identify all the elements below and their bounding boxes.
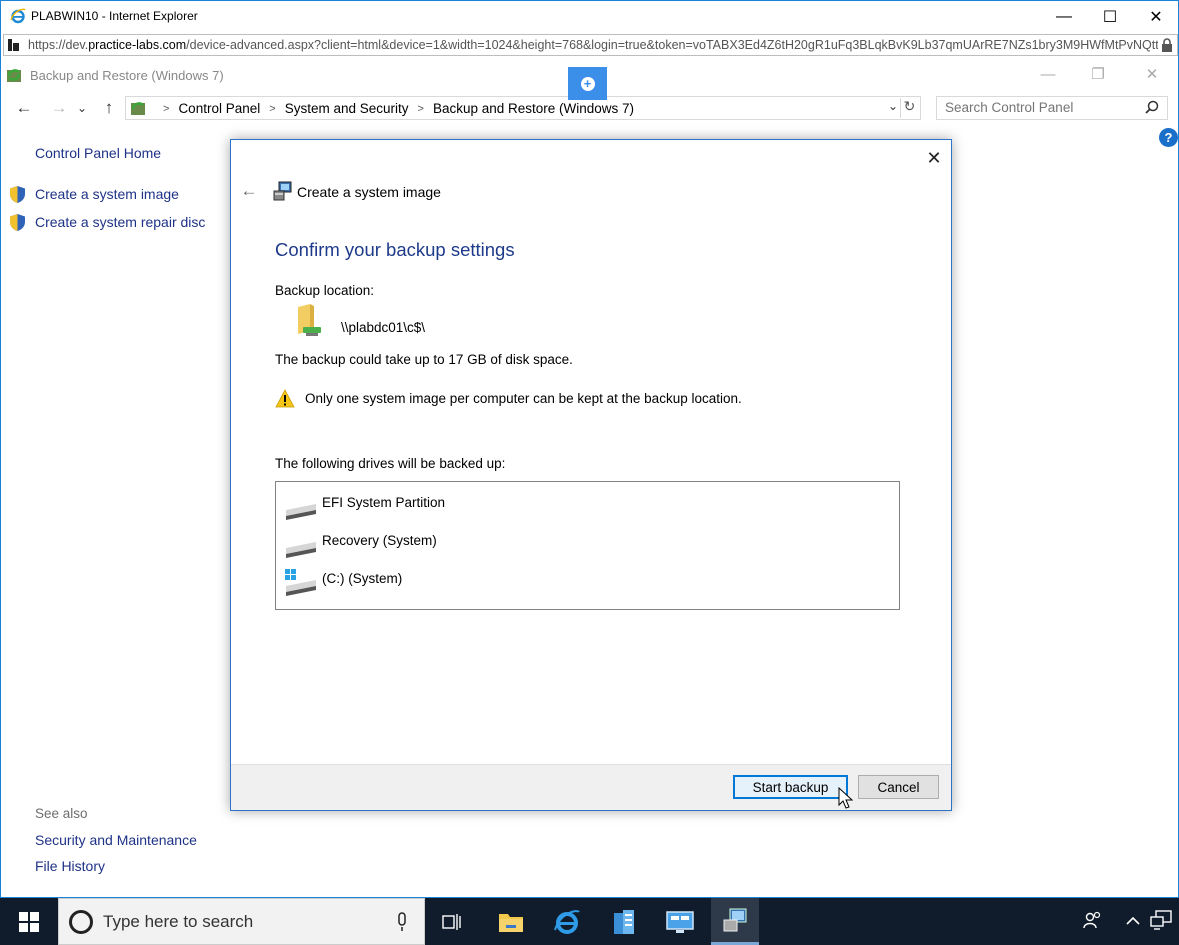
list-item: EFI System Partition	[284, 492, 884, 520]
disk-space-note: The backup could take up to 17 GB of dis…	[275, 352, 573, 367]
start-backup-button[interactable]: Start backup	[733, 775, 848, 799]
cp-minimize-button[interactable]: —	[1025, 59, 1071, 89]
forward-button[interactable]: →	[48, 97, 70, 119]
up-button[interactable]: ↑	[98, 97, 120, 119]
shield-icon	[10, 186, 25, 203]
breadcrumb[interactable]: > Control Panel > System and Security > …	[125, 96, 921, 120]
ie-window-title: PLABWIN10 - Internet Explorer	[31, 9, 198, 23]
warning-text: Only one system image per computer can b…	[305, 391, 742, 406]
windows-drive-icon	[285, 569, 316, 596]
people-icon[interactable]	[1083, 910, 1103, 930]
search-input[interactable]	[945, 100, 1135, 115]
create-system-repair-disc-link[interactable]: Create a system repair disc	[35, 214, 205, 230]
taskbar-search-box[interactable]: Type here to search	[58, 898, 425, 945]
ie-titlebar: PLABWIN10 - Internet Explorer — ☐ ✕	[1, 1, 1178, 32]
breadcrumb-control-panel[interactable]: Control Panel	[178, 101, 260, 116]
chevron-up-icon[interactable]	[1125, 913, 1141, 929]
breadcrumb-system-and-security[interactable]: System and Security	[285, 101, 409, 116]
backup-location-label: Backup location:	[275, 283, 375, 298]
dialog-close-button[interactable]: ✕	[921, 146, 947, 170]
see-also-label: See also	[35, 806, 88, 821]
control-panel-icon	[131, 102, 145, 115]
task-view-icon	[442, 913, 461, 930]
dialog-back-button[interactable]: ←	[239, 180, 259, 202]
file-history-link[interactable]: File History	[35, 858, 105, 874]
mouse-cursor-icon	[838, 787, 854, 809]
cancel-button[interactable]: Cancel	[858, 775, 939, 799]
lock-icon[interactable]	[1161, 38, 1173, 52]
file-explorer-button[interactable]	[487, 898, 535, 945]
url-prefix: https://dev.	[28, 38, 89, 52]
taskbar: Type here to search	[0, 898, 1179, 945]
remote-desktop-button[interactable]	[656, 898, 704, 945]
breadcrumb-backup-and-restore[interactable]: Backup and Restore (Windows 7)	[433, 101, 634, 116]
drive-label: EFI System Partition	[322, 495, 446, 510]
create-system-image-link[interactable]: Create a system image	[35, 186, 179, 202]
cp-restore-button[interactable]: ❐	[1075, 59, 1121, 89]
search-icon[interactable]	[1145, 100, 1159, 114]
drive-icon	[286, 504, 316, 520]
recent-locations-button[interactable]: ⌄	[75, 97, 89, 119]
create-system-image-dialog: ✕ ← Create a system image Confirm your b…	[230, 139, 952, 811]
drive-label: (C:) (System)	[322, 571, 403, 586]
dialog-heading: Confirm your backup settings	[275, 239, 515, 260]
taskbar-search-placeholder: Type here to search	[103, 912, 254, 931]
plus-icon: +	[580, 76, 595, 91]
cp-close-button[interactable]: ✕	[1129, 59, 1175, 89]
task-view-button[interactable]	[428, 898, 476, 945]
back-button[interactable]: ←	[13, 97, 35, 119]
server-icon	[614, 909, 634, 934]
help-icon[interactable]: ?	[1159, 128, 1178, 147]
control-panel-title: Backup and Restore (Windows 7)	[30, 68, 224, 83]
system-image-icon	[723, 908, 747, 932]
dialog-header-title: Create a system image	[297, 184, 441, 200]
breadcrumb-separator: >	[269, 102, 276, 115]
network-folder-icon	[298, 304, 321, 336]
breadcrumb-items: > Control Panel > System and Security > …	[154, 101, 634, 116]
internet-explorer-button[interactable]	[543, 898, 591, 945]
start-button[interactable]	[0, 898, 58, 945]
url-domain: practice-labs.com	[88, 38, 187, 52]
backup-restore-taskbar-button[interactable]	[711, 898, 759, 945]
ie-maximize-button[interactable]: ☐	[1087, 1, 1133, 32]
list-item: Recovery (System)	[284, 530, 884, 558]
ie-url-text[interactable]: https://dev.practice-labs.com/device-adv…	[28, 38, 1158, 52]
monitor-icon	[666, 910, 694, 933]
list-item: (C:) (System)	[284, 568, 884, 596]
url-path: /device-advanced.aspx?client=html&device…	[186, 38, 1158, 52]
internet-explorer-icon	[10, 8, 26, 24]
breadcrumb-separator: >	[163, 102, 170, 115]
drive-icon	[286, 542, 316, 558]
refresh-icon[interactable]: ↻	[900, 98, 918, 118]
windows-logo-icon	[19, 911, 39, 932]
network-icon[interactable]	[1150, 910, 1172, 930]
drive-list: EFI System Partition Recovery (System) (…	[275, 481, 900, 610]
breadcrumb-separator: >	[417, 102, 424, 115]
ie-address-bar[interactable]: https://dev.practice-labs.com/device-adv…	[3, 34, 1178, 56]
folder-icon	[499, 913, 523, 932]
address-dropdown-icon[interactable]: ⌄	[888, 99, 898, 113]
control-panel-home-link[interactable]: Control Panel Home	[35, 145, 161, 161]
drives-label: The following drives will be backed up:	[275, 456, 506, 471]
ie-minimize-button[interactable]: —	[1041, 1, 1087, 32]
internet-explorer-icon	[554, 909, 580, 934]
search-box[interactable]	[936, 96, 1168, 120]
system-image-icon	[273, 181, 292, 201]
cortana-icon	[69, 910, 93, 934]
security-and-maintenance-link[interactable]: Security and Maintenance	[35, 832, 197, 848]
backup-restore-icon	[7, 69, 21, 82]
drive-label: Recovery (System)	[322, 533, 437, 548]
ie-close-button[interactable]: ✕	[1133, 1, 1179, 32]
backup-location-path: \\plabdc01\c$\	[341, 320, 426, 335]
microphone-icon[interactable]	[396, 912, 408, 932]
site-favicon-icon	[8, 39, 19, 51]
shield-icon	[10, 214, 25, 231]
warning-icon	[275, 389, 295, 408]
server-manager-button[interactable]	[600, 898, 648, 945]
remote-toolbar-button[interactable]: +	[568, 67, 607, 100]
